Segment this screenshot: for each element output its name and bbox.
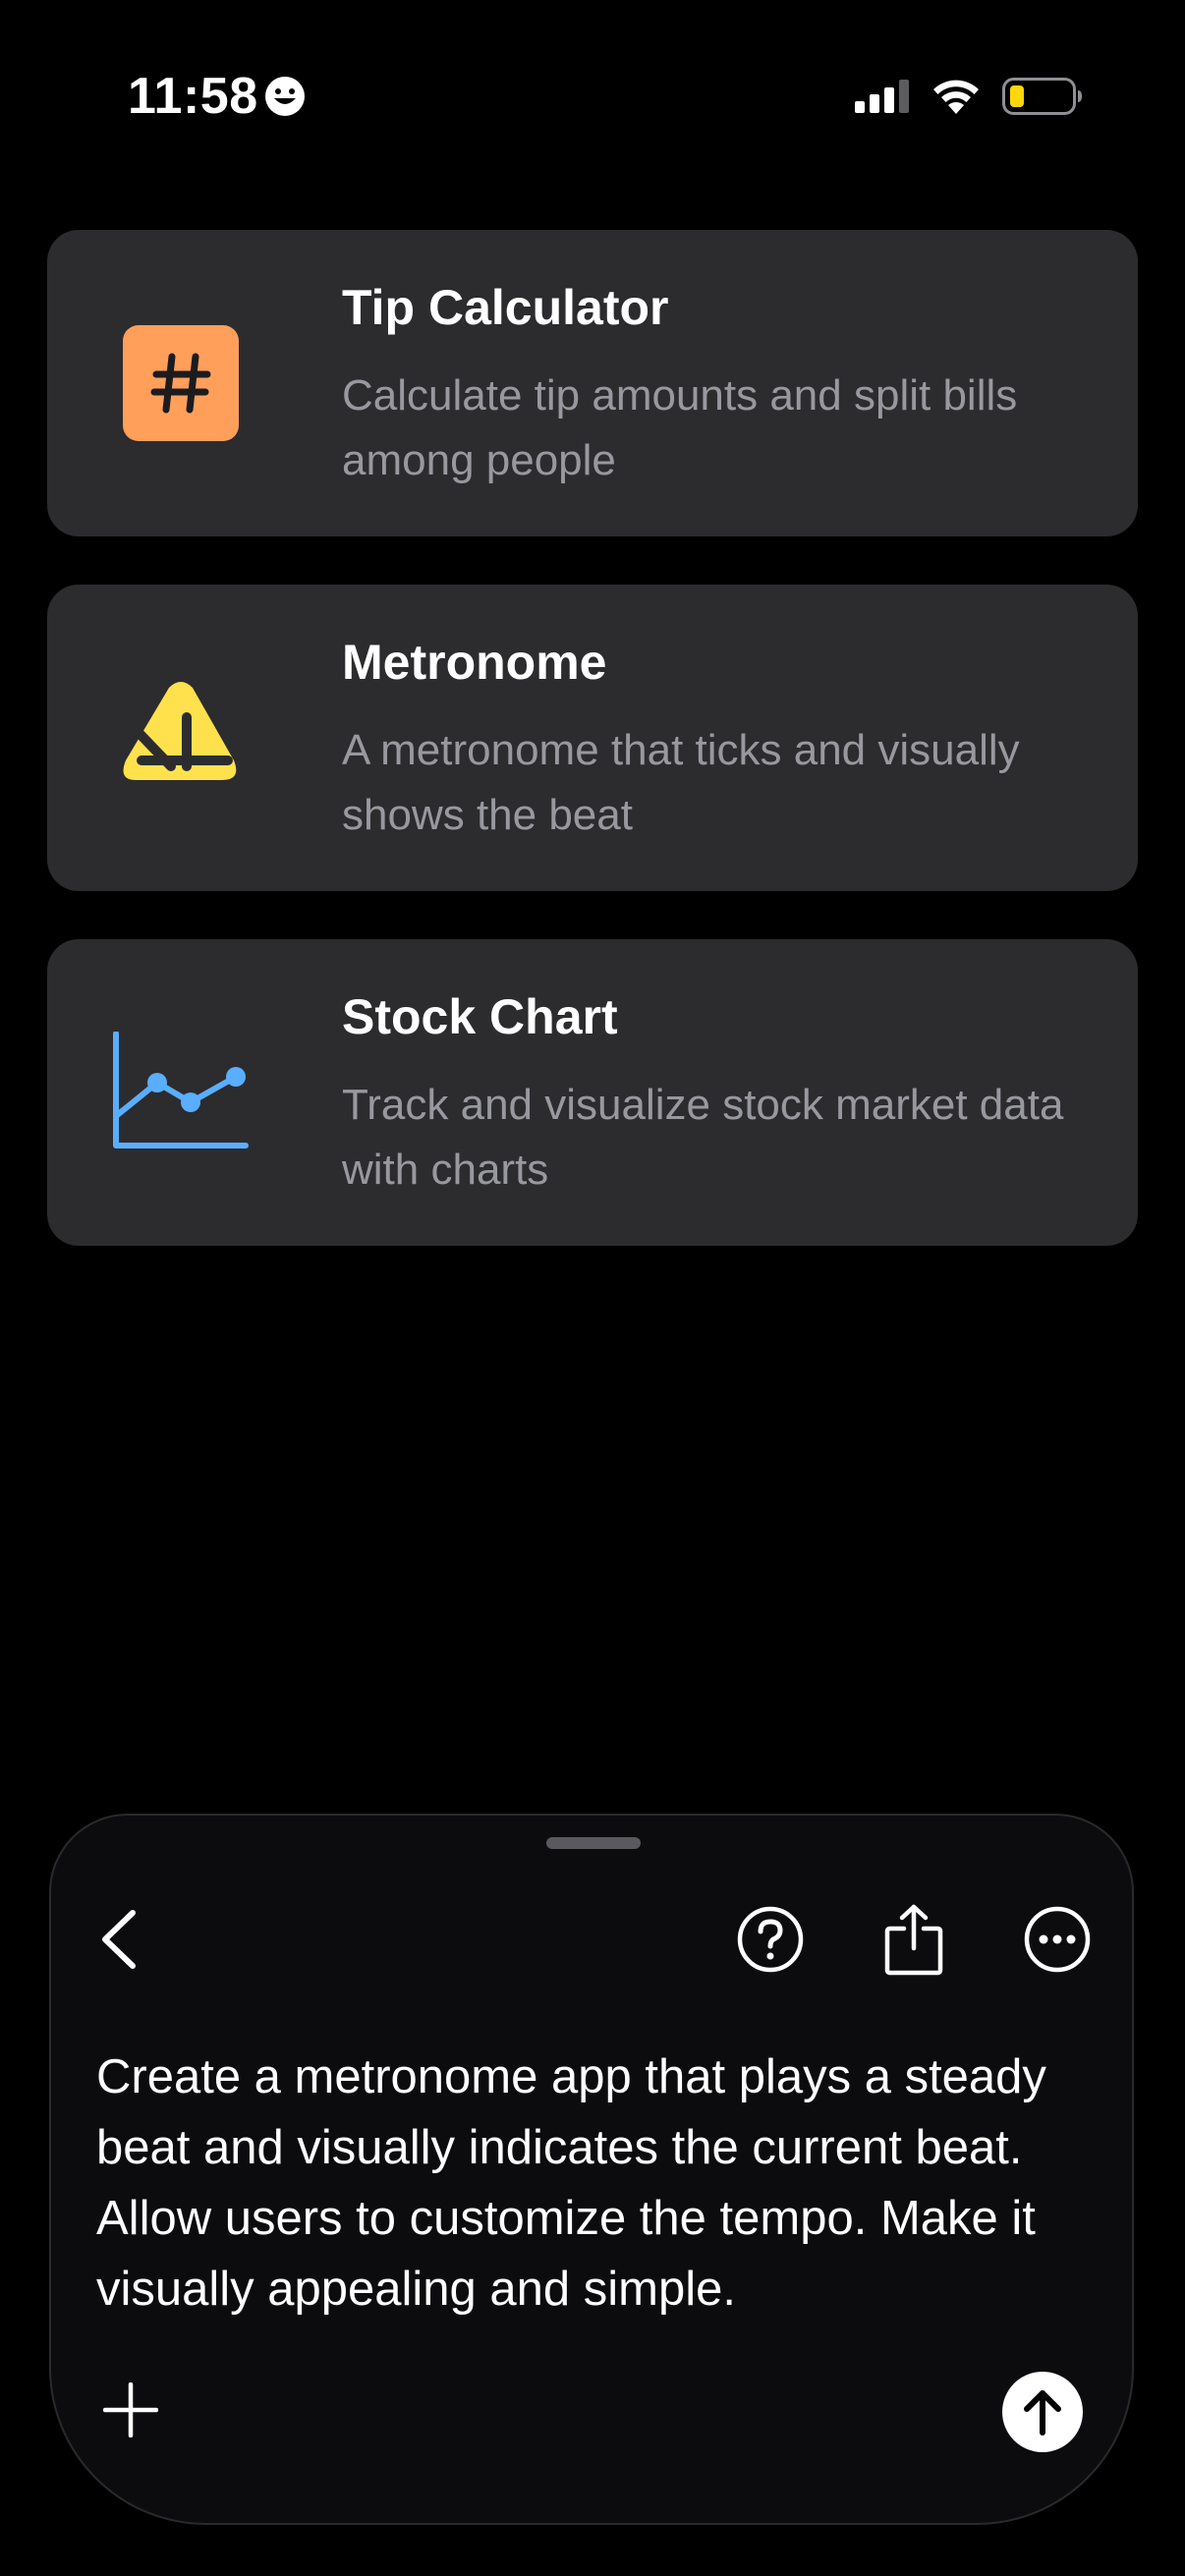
app-title: Tip Calculator <box>342 280 669 335</box>
back-chevron-icon <box>102 1910 136 1969</box>
help-icon <box>737 1906 804 1973</box>
prompt-text[interactable]: Create a metronome app that plays a stea… <box>96 2042 1099 2324</box>
send-button[interactable] <box>1002 2372 1083 2452</box>
app-title: Metronome <box>342 635 607 690</box>
app-card-metronome[interactable]: Metronome A metronome that ticks and vis… <box>47 585 1138 891</box>
hash-icon <box>112 314 250 452</box>
status-bar: 11:58 <box>0 0 1185 196</box>
metronome-icon <box>112 669 250 807</box>
more-button[interactable] <box>1018 1900 1097 1979</box>
plus-icon <box>103 2382 158 2437</box>
app-card-stock-chart[interactable]: Stock Chart Track and visualize stock ma… <box>47 939 1138 1246</box>
app-description: A metronome that ticks and visually show… <box>342 726 1020 839</box>
status-time: 11:58 <box>128 68 258 125</box>
cellular-signal-icon <box>855 80 909 113</box>
more-icon <box>1024 1906 1091 1973</box>
app-description: Track and visualize stock market data wi… <box>342 1081 1064 1194</box>
back-button[interactable] <box>81 1900 159 1979</box>
line-chart-icon <box>112 1024 250 1161</box>
app-description: Calculate tip amounts and split bills am… <box>342 371 1018 484</box>
app-title: Stock Chart <box>342 989 618 1044</box>
share-icon <box>884 1904 943 1976</box>
status-icons <box>855 75 1083 118</box>
battery-low-icon <box>1002 78 1082 115</box>
help-button[interactable] <box>731 1900 810 1979</box>
add-button[interactable] <box>96 2376 165 2444</box>
share-button[interactable] <box>875 1900 953 1979</box>
emoji-smile-icon <box>265 77 305 116</box>
arrow-up-icon <box>1024 2390 1061 2436</box>
app-card-tip-calculator[interactable]: Tip Calculator Calculate tip amounts and… <box>47 230 1138 536</box>
wifi-icon <box>933 80 979 114</box>
composer-sheet: Create a metronome app that plays a stea… <box>49 1814 1134 2525</box>
sheet-grabber[interactable] <box>546 1837 641 1849</box>
